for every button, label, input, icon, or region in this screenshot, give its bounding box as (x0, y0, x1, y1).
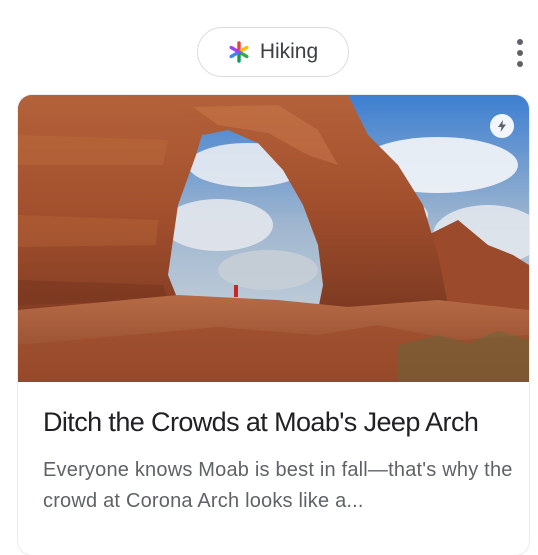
more-options-icon[interactable] (508, 37, 532, 69)
article-card[interactable]: Ditch the Crowds at Moab's Jeep Arch Eve… (18, 95, 529, 555)
hiking-topic-chip[interactable]: Hiking (197, 27, 349, 77)
google-asterisk-icon (229, 41, 249, 63)
lightning-bolt-icon (490, 114, 514, 138)
article-snippet: Everyone knows Moab is best in fall—that… (43, 459, 513, 512)
article-hero-image[interactable] (18, 95, 529, 382)
article-title[interactable]: Ditch the Crowds at Moab's Jeep Arch (43, 407, 523, 438)
chip-label: Hiking (259, 40, 319, 63)
